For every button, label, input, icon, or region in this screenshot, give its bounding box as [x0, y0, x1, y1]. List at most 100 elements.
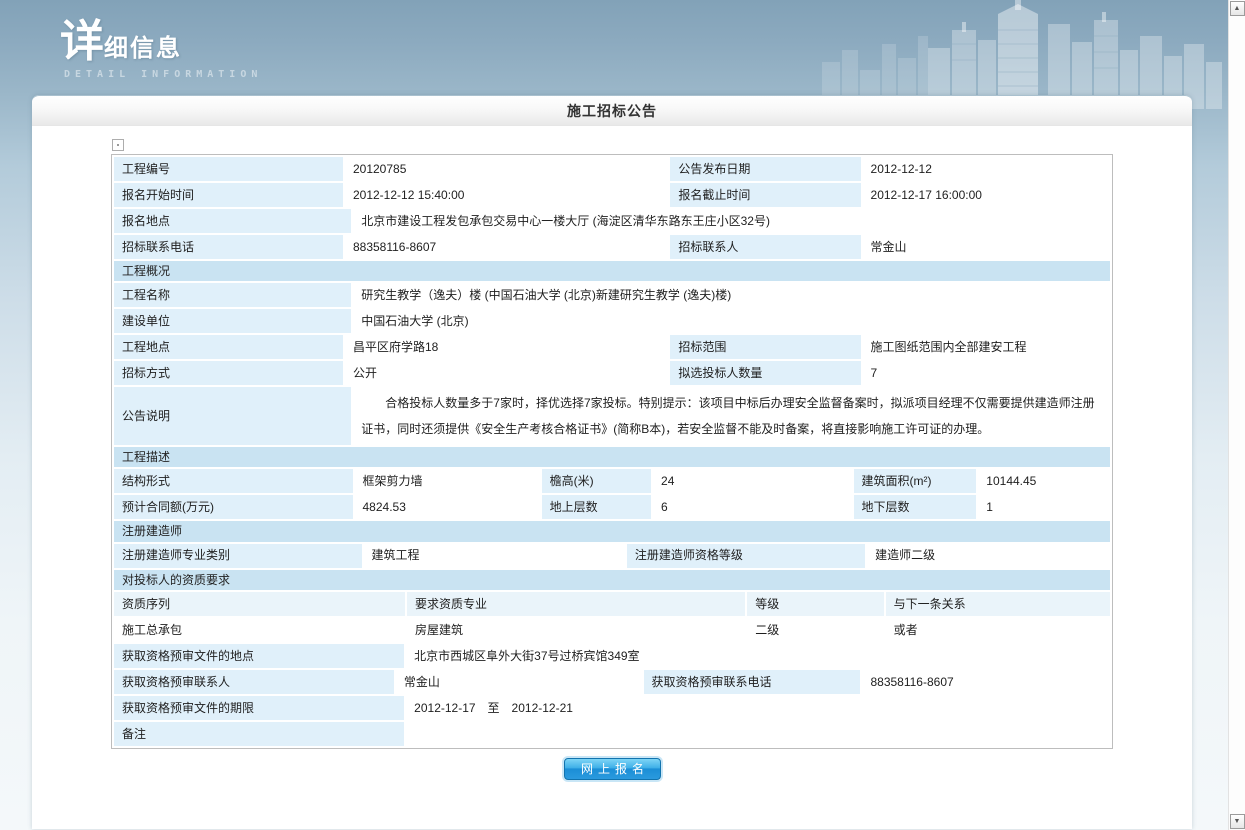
- field-value: 房屋建筑: [407, 618, 745, 642]
- project-number-row: 工程编号20120785公告发布日期2012-12-12: [114, 157, 1110, 181]
- field-label: 工程名称: [114, 283, 351, 307]
- content-area: 工程编号20120785公告发布日期2012-12-12报名开始时间2012-1…: [111, 126, 1113, 792]
- scroll-up-button[interactable]: ▲: [1230, 1, 1245, 16]
- field-label: 地上层数: [542, 495, 651, 519]
- field-label: 招标方式: [114, 361, 343, 385]
- field-value: 88358116-8607: [345, 235, 668, 259]
- section-registered-builder: 注册建造师: [114, 521, 1110, 541]
- project-location-row: 工程地点昌平区府学路18招标范围施工图纸范围内全部建安工程: [114, 335, 1110, 359]
- logo-title: 详 细信息: [60, 20, 262, 64]
- field-value: 2012-12-12: [863, 157, 1111, 181]
- section-qualification-requirements: 对投标人的资质要求: [114, 570, 1110, 590]
- qualification-column-header: 要求资质专业: [407, 592, 745, 616]
- field-label: 工程编号: [114, 157, 343, 181]
- field-label: 注册建造师资格等级: [627, 544, 865, 568]
- field-value: 北京市建设工程发包承包交易中心一楼大厅 (海淀区清华东路东王庄小区32号): [353, 209, 1110, 233]
- qualification-header-row: 资质序列要求资质专业等级与下一条关系: [114, 592, 1110, 616]
- online-signup-button[interactable]: 网上报名: [564, 758, 661, 780]
- logo-text-secondary: 细信息: [104, 28, 182, 63]
- field-label: 预计合同额(万元): [114, 495, 353, 519]
- field-label: 拟选投标人数量: [670, 361, 860, 385]
- logo-subtitle: DETAIL INFORMATION: [60, 69, 262, 80]
- field-value: 4824.53: [355, 495, 540, 519]
- field-value: 常金山: [396, 670, 642, 694]
- project-name-row: 工程名称研究生教学（逸夫）楼 (中国石油大学 (北京)新建研究生教学 (逸夫)楼…: [114, 283, 1110, 307]
- button-row: 网上报名: [111, 758, 1113, 780]
- field-label: 招标联系电话: [114, 235, 343, 259]
- signup-time-row: 报名开始时间2012-12-12 15:40:00报名截止时间2012-12-1…: [114, 183, 1110, 207]
- bidding-method-row: 招标方式公开拟选投标人数量7: [114, 361, 1110, 385]
- qualification-column-header: 资质序列: [114, 592, 405, 616]
- field-value: [406, 722, 1110, 746]
- scroll-down-button[interactable]: ▼: [1230, 814, 1245, 829]
- section-header: 对投标人的资质要求: [114, 570, 1110, 590]
- section-project-description: 工程描述: [114, 447, 1110, 467]
- field-label: 报名地点: [114, 209, 351, 233]
- field-value: 2012-12-12 15:40:00: [345, 183, 668, 207]
- structure-row: 结构形式框架剪力墙檐高(米)24建筑面积(m²)10144.45: [114, 469, 1110, 493]
- city-skyline-graphic: [822, 0, 1222, 109]
- field-label: 檐高(米): [542, 469, 651, 493]
- field-value: 常金山: [863, 235, 1111, 259]
- prequal-contact-row: 获取资格预审联系人常金山获取资格预审联系电话88358116-8607: [114, 670, 1110, 694]
- section-header: 注册建造师: [114, 521, 1110, 541]
- prequal-doc-location-row: 获取资格预审文件的地点北京市西城区阜外大街37号过桥宾馆349室: [114, 644, 1110, 668]
- section-header: 工程概况: [114, 261, 1110, 281]
- field-value: 10144.45: [978, 469, 1110, 493]
- field-value: 或者: [886, 618, 1110, 642]
- page-area: 详 细信息 DETAIL INFORMATION 施工招标公告 工程编号2012…: [0, 0, 1228, 830]
- qualification-column-header: 等级: [747, 592, 883, 616]
- page: 详 细信息 DETAIL INFORMATION 施工招标公告 工程编号2012…: [0, 0, 1245, 830]
- field-value: 2012-12-17 16:00:00: [863, 183, 1111, 207]
- section-project-overview: 工程概况: [114, 261, 1110, 281]
- field-label: 招标范围: [670, 335, 860, 359]
- field-value: 框架剪力墙: [355, 469, 540, 493]
- field-value: 二级: [747, 618, 883, 642]
- field-label: 工程地点: [114, 335, 343, 359]
- qualification-column-header: 与下一条关系: [886, 592, 1110, 616]
- field-value: 施工总承包: [114, 618, 405, 642]
- field-label: 获取资格预审联系电话: [644, 670, 861, 694]
- field-value: 建筑工程: [364, 544, 625, 568]
- field-value: 6: [653, 495, 851, 519]
- field-label: 公告说明: [114, 387, 351, 445]
- builder-row: 注册建造师专业类别建筑工程注册建造师资格等级建造师二级: [114, 544, 1110, 568]
- announcement-note-row: 公告说明 合格投标人数量多于7家时，择优选择7家投标。特别提示：该项目中标后办理…: [114, 387, 1110, 445]
- field-value: 公开: [345, 361, 668, 385]
- field-value: 施工图纸范围内全部建安工程: [863, 335, 1111, 359]
- field-label: 公告发布日期: [670, 157, 860, 181]
- bid-contact-row: 招标联系电话88358116-8607招标联系人常金山: [114, 235, 1110, 259]
- field-value: 20120785: [345, 157, 668, 181]
- construction-unit-row: 建设单位中国石油大学 (北京): [114, 309, 1110, 333]
- field-value: 24: [653, 469, 851, 493]
- field-value: 昌平区府学路18: [345, 335, 668, 359]
- site-logo: 详 细信息 DETAIL INFORMATION: [60, 20, 262, 80]
- vertical-scrollbar[interactable]: ▲ ▼: [1228, 0, 1245, 830]
- field-label: 地下层数: [854, 495, 977, 519]
- field-value: 研究生教学（逸夫）楼 (中国石油大学 (北京)新建研究生教学 (逸夫)楼): [353, 283, 1110, 307]
- section-header: 工程描述: [114, 447, 1110, 467]
- info-table: 工程编号20120785公告发布日期2012-12-12报名开始时间2012-1…: [111, 154, 1113, 749]
- field-value: 1: [978, 495, 1110, 519]
- page-banner: 详 细信息 DETAIL INFORMATION: [0, 0, 1228, 95]
- field-label: 备注: [114, 722, 404, 746]
- prequal-period-row: 获取资格预审文件的期限2012-12-17 至 2012-12-21: [114, 696, 1110, 720]
- signup-location-row: 报名地点北京市建设工程发包承包交易中心一楼大厅 (海淀区清华东路东王庄小区32号…: [114, 209, 1110, 233]
- arrow-down-icon: ▼: [1234, 818, 1241, 825]
- field-value: 中国石油大学 (北京): [353, 309, 1110, 333]
- field-label: 建筑面积(m²): [854, 469, 977, 493]
- field-value: 88358116-8607: [862, 670, 1110, 694]
- field-label: 招标联系人: [670, 235, 860, 259]
- field-value: 2012-12-17 至 2012-12-21: [406, 696, 1110, 720]
- scrollbar-track[interactable]: [1229, 16, 1245, 814]
- page-title: 施工招标公告: [567, 101, 657, 121]
- field-value: 建造师二级: [867, 544, 1110, 568]
- checkbox[interactable]: [112, 139, 124, 151]
- qualification-data-row: 施工总承包房屋建筑二级或者: [114, 618, 1110, 642]
- page-title-bar: 施工招标公告: [32, 95, 1192, 126]
- content-panel: 施工招标公告 工程编号20120785公告发布日期2012-12-12报名开始时…: [32, 95, 1192, 829]
- field-label: 获取资格预审文件的期限: [114, 696, 404, 720]
- field-label: 结构形式: [114, 469, 353, 493]
- remarks-row: 备注: [114, 722, 1110, 746]
- field-label: 报名开始时间: [114, 183, 343, 207]
